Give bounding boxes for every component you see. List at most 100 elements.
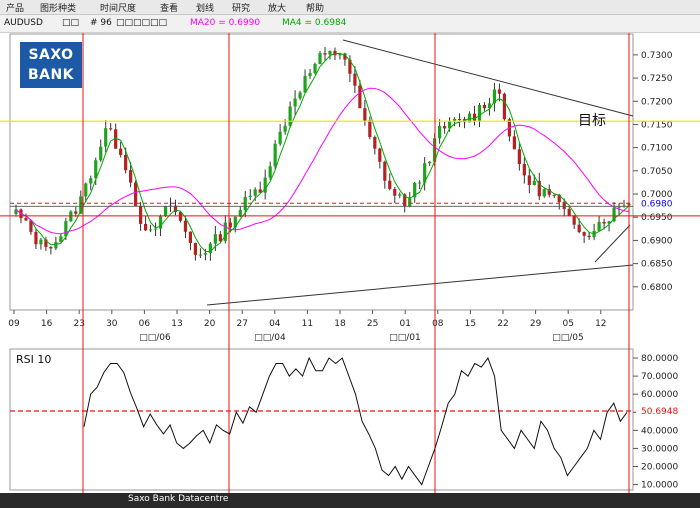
x-tick-label: 04 [269,319,281,329]
rsi-panel [9,348,634,491]
candle-body [223,222,227,242]
x-tick-label: 12 [595,319,606,329]
rsi-tick-label: 80.0000 [641,354,678,364]
rsi-title: RSI 10 [16,353,51,366]
candle-body [288,106,292,126]
info-blank-2: □□□□□□ [116,18,168,28]
x-tick-label: 15 [465,319,476,329]
candle-body [567,208,571,216]
menu-research[interactable]: 研究 [232,1,250,14]
target-annotation: 目标 [578,113,606,129]
price-tick-label: 0.7050 [641,167,673,177]
price-tick-label: 0.7250 [641,74,673,84]
candle-body [398,194,402,196]
candle-body [428,161,432,164]
price-tick-label: 0.6800 [641,283,673,293]
candle-body [353,73,357,86]
candle-body [378,148,382,162]
candle-body [502,93,507,120]
x-tick-label: 16 [41,319,53,329]
ma20-label: MA20 = 0.6990 [190,18,261,28]
candle-body [497,89,502,94]
candle-body [597,222,601,231]
period-label: # 96 [90,18,112,28]
x-tick-label: 01 [399,319,410,329]
x-tick-label: 18 [334,319,346,329]
candle-body [393,188,397,196]
menu-help[interactable]: 帮助 [306,1,324,14]
menu-draw[interactable]: 划线 [196,1,214,14]
price-tick-label: 0.6850 [641,260,673,270]
rsi-tick-label: 70.0000 [641,372,678,382]
candle-body [218,234,222,242]
candle-body [368,120,372,138]
candle-body [313,63,317,73]
menu-view[interactable]: 查看 [160,1,178,14]
price-tick-label: 0.7100 [641,144,673,154]
candle-body [522,163,526,176]
x-tick-label: 30 [106,319,118,329]
candle-body [104,128,108,147]
candle-body [138,205,143,224]
candle-body [153,228,158,230]
candle-body [308,72,312,76]
symbol-label: AUDUSD [4,18,43,28]
candle-body [542,189,546,197]
month-label: □□/05 [552,333,584,343]
menu-bar: 产品 图形种类 时间尺度 查看 划线 研究 放大 帮助 [0,0,700,15]
candle-body [552,194,556,196]
candle-body [457,118,462,120]
x-tick-label: 09 [8,319,20,329]
candle-body [124,154,128,171]
price-tick-label: 0.7300 [641,51,673,61]
candle-body [163,206,168,216]
x-tick-label: 08 [432,319,444,329]
candle-body [134,182,138,206]
x-tick-label: 22 [497,319,508,329]
candle-body [527,175,531,185]
rsi-tick-label: 20.0000 [641,463,678,473]
candle-body [472,113,477,121]
candle-body [84,183,88,197]
candle-body [443,126,447,129]
candle-body [602,222,606,224]
candle-body [303,75,307,93]
candle-body [532,180,536,185]
rsi-tick-label: 40.0000 [641,426,678,436]
candle-body [273,143,277,167]
candle-body [293,98,297,107]
rsi-tick-label: 30.0000 [641,444,678,454]
candle-body [183,220,188,232]
candle-body [438,126,442,139]
candle-body [148,229,153,231]
candle-body [74,211,78,214]
chart-info-bar: AUDUSD □□ # 96 □□□□□□ MA20 = 0.6990 MA4 … [0,15,700,33]
candle-body [253,189,257,196]
candle-body [39,239,43,245]
current-price-label: 0.6980 [641,199,673,209]
candle-body [388,180,392,189]
candle-body [577,224,581,233]
menu-zoom[interactable]: 放大 [268,1,286,14]
candle-body [213,234,217,244]
candle-body [512,136,516,150]
candle-body [203,253,207,255]
candle-body [248,195,252,198]
menu-products[interactable]: 产品 [6,1,24,14]
candle-body [278,131,282,144]
x-tick-label: 27 [236,319,247,329]
candle-body [188,231,193,243]
price-tick-label: 0.7150 [641,120,673,130]
candle-body [363,108,367,121]
price-tick-label: 0.6950 [641,213,673,223]
price-panel [9,33,634,311]
candle-body [34,231,38,245]
month-label: □□/06 [139,333,171,343]
logo-line-2: BANK [27,67,75,83]
menu-chart-type[interactable]: 图形种类 [40,1,76,14]
menu-timescale[interactable]: 时间尺度 [100,1,136,14]
x-tick-label: 29 [530,319,542,329]
candle-body [109,128,113,130]
price-tick-label: 0.7200 [641,97,673,107]
ma4-label: MA4 = 0.6984 [282,18,347,28]
